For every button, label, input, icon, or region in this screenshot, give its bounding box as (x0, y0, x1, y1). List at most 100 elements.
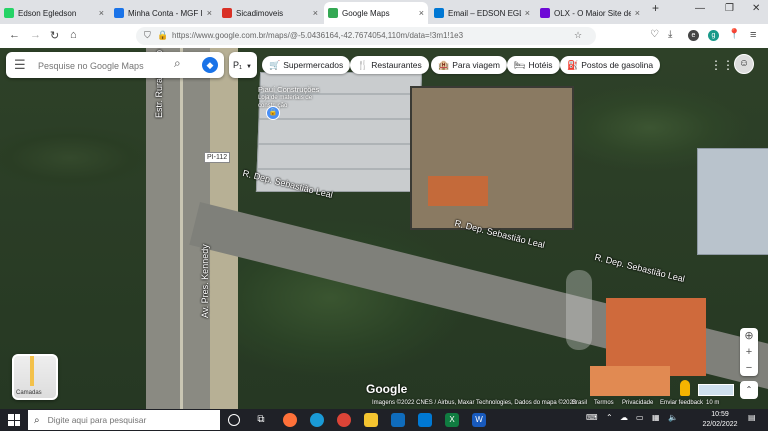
tab-olx[interactable]: OLX - O Maior Site de Co × (536, 2, 644, 24)
extension-icon[interactable]: g (708, 30, 719, 41)
satellite-map[interactable]: Estr. Rural União - T Av. Pres. Kennedy … (0, 48, 768, 409)
back-button[interactable]: ← (9, 29, 20, 41)
outlook-icon (434, 8, 444, 18)
country-link[interactable]: Brasil (572, 400, 587, 406)
taskbar-search-input[interactable] (45, 414, 200, 426)
home-button[interactable]: ⌂ (70, 29, 77, 41)
tab-google-maps[interactable]: Google Maps × (324, 2, 428, 24)
tab-label: OLX - O Maior Site de Co (554, 8, 631, 18)
sicad-icon (222, 8, 232, 18)
network-icon[interactable]: ▦ (652, 413, 660, 422)
new-tab-button[interactable]: + (652, 1, 659, 15)
task-view-icon[interactable]: ⧉ (254, 413, 268, 427)
tab-label: Edson Egledson (18, 8, 77, 18)
search-icon: ⌕ (34, 414, 40, 426)
maps-search-box: ☰ ⌕ ◆ (6, 52, 224, 78)
feedback-link[interactable]: Enviar feedback (660, 400, 703, 406)
download-icon[interactable]: ⤓ (668, 29, 672, 40)
tab-email[interactable]: Email – EDSON EGLEDSO × (430, 2, 534, 24)
tab-label: Email – EDSON EGLEDSO (448, 8, 521, 18)
cloud-icon[interactable]: ☁ (620, 413, 628, 422)
zoom-out-button[interactable]: − (740, 360, 758, 376)
minimize-button[interactable]: — (695, 3, 705, 14)
excel-icon[interactable]: X (445, 413, 459, 427)
chip-restaurantes[interactable]: 🍴 Restaurantes (350, 56, 429, 74)
avatar[interactable]: ☺ (734, 54, 754, 74)
building-roof (697, 148, 768, 255)
tab-close-icon[interactable]: × (419, 8, 424, 18)
expand-up-icon[interactable]: ⌃ (740, 381, 758, 399)
shield-icon[interactable]: ⛉ (144, 30, 151, 41)
scale-bar[interactable]: 10 m (706, 400, 719, 406)
maps-search-input[interactable] (36, 57, 170, 75)
tab-close-icon[interactable]: × (99, 8, 104, 18)
imagery-credit: Imagens ©2022 CNES / Airbus, Maxar Techn… (372, 400, 577, 406)
bookmark-star-icon[interactable]: ☆ (574, 30, 582, 41)
tab-sicadimoveis[interactable]: Sicadimoveis × (218, 2, 322, 24)
notification-icon[interactable]: ▤ (748, 413, 756, 422)
chevron-down-icon: ▼ (246, 64, 252, 70)
tab-label: Minha Conta - MGF Imó (128, 8, 203, 18)
lock-icon[interactable]: 🔒 (157, 30, 168, 41)
hamburger-menu-icon[interactable]: ☰ (14, 57, 26, 73)
directions-icon[interactable]: ◆ (202, 57, 218, 73)
layer-mini-button[interactable]: P₁ ▼ (229, 52, 257, 78)
layers-label: Camadas (16, 390, 42, 396)
zoom-in-button[interactable]: + (740, 344, 758, 360)
pocket-icon[interactable]: ♡ (650, 29, 659, 40)
chevron-up-icon[interactable]: ⌃ (606, 413, 613, 422)
tab-whatsapp[interactable]: Edson Egledson × (0, 2, 108, 24)
building-roof (590, 366, 670, 396)
taskbar-search: ⌕ (28, 410, 220, 430)
close-window-button[interactable]: ✕ (752, 3, 760, 14)
store-pin-icon[interactable]: 🔒 (266, 106, 280, 120)
whatsapp-icon (4, 8, 14, 18)
tab-close-icon[interactable]: × (635, 8, 640, 18)
google-logo: Google (366, 382, 408, 396)
zoom-controls: ⊕ + − (740, 328, 758, 376)
chip-supermercados[interactable]: 🛒 Supermercados (262, 56, 351, 74)
imagery-thumbnails[interactable] (698, 384, 734, 396)
edge-icon[interactable] (310, 413, 324, 427)
clock-date: 22/02/2022 (702, 421, 738, 428)
word-icon[interactable]: W (472, 413, 486, 427)
address-bar[interactable]: ⛉ 🔒 https://www.google.com.br/maps/@-5.0… (136, 27, 596, 45)
cortana-icon[interactable] (228, 414, 240, 426)
tab-close-icon[interactable]: × (313, 8, 318, 18)
road-label: Av. Pres. Kennedy (200, 244, 210, 318)
location-icon[interactable]: ⊕ (740, 328, 758, 344)
bed-icon: 🛏 (514, 59, 526, 70)
battery-icon[interactable]: ▭ (636, 413, 644, 422)
windows-start-icon[interactable] (8, 414, 20, 426)
menu-icon[interactable]: ≡ (750, 29, 756, 41)
tab-minha-conta[interactable]: Minha Conta - MGF Imó × (110, 2, 216, 24)
search-icon[interactable]: ⌕ (174, 56, 181, 71)
pin-icon[interactable]: 📍 (728, 29, 740, 40)
tab-close-icon[interactable]: × (207, 8, 212, 18)
forward-button[interactable]: → (30, 29, 41, 41)
chip-postos-gasolina[interactable]: ⛽ Postos de gasolina (560, 56, 661, 74)
google-maps-icon (328, 8, 338, 18)
tab-label: Google Maps (342, 8, 390, 18)
extension-icon[interactable]: e (688, 30, 699, 41)
volume-icon[interactable]: 🔈 (668, 413, 678, 422)
keyboard-icon[interactable]: ⌨ (586, 413, 598, 422)
pegman-icon[interactable] (680, 380, 690, 396)
reload-button[interactable]: ↻ (50, 29, 59, 42)
firefox-icon[interactable] (283, 413, 297, 427)
terms-link[interactable]: Termos (594, 400, 614, 406)
mail-icon[interactable] (418, 413, 432, 427)
chip-hoteis[interactable]: 🛏 Hotéis (507, 56, 560, 74)
road-overlay (566, 270, 592, 350)
tab-close-icon[interactable]: × (525, 8, 530, 18)
privacy-link[interactable]: Privacidade (622, 400, 653, 406)
chrome-icon[interactable] (337, 413, 351, 427)
layers-button[interactable]: Camadas (12, 354, 58, 400)
url-text[interactable]: https://www.google.com.br/maps/@-5.04361… (172, 31, 463, 40)
file-explorer-icon[interactable] (364, 413, 378, 427)
maximize-button[interactable]: ❐ (725, 3, 734, 14)
chip-para-viagem[interactable]: 🏨 Para viagem (431, 56, 507, 74)
system-clock[interactable]: 10:59 22/02/2022 (700, 410, 740, 430)
fork-knife-icon: 🍴 (357, 59, 369, 70)
store-icon[interactable] (391, 413, 405, 427)
